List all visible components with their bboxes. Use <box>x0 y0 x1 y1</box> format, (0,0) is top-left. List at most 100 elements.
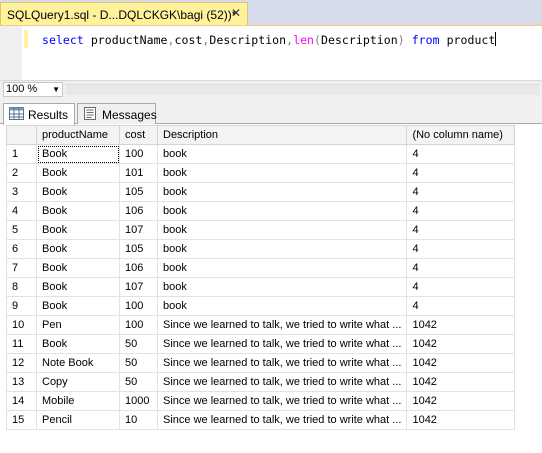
row-number[interactable]: 3 <box>6 182 37 202</box>
table-cell[interactable]: 4 <box>406 182 516 202</box>
table-cell[interactable]: 101 <box>119 163 158 183</box>
close-icon[interactable]: ✕ <box>231 6 241 20</box>
table-cell[interactable]: Pencil <box>36 410 120 430</box>
table-row[interactable]: 5 Book 107 book 4 <box>6 220 516 240</box>
table-row[interactable]: 8 Book 107 book 4 <box>6 277 516 297</box>
table-cell[interactable]: Book <box>36 296 120 316</box>
table-cell[interactable]: 105 <box>119 239 158 259</box>
table-row[interactable]: 11 Book 50 Since we learned to talk, we tri… <box>6 334 516 354</box>
table-cell[interactable]: book <box>156 239 408 259</box>
table-cell[interactable]: 4 <box>406 144 516 164</box>
table-cell[interactable]: 4 <box>406 220 516 240</box>
table-cell[interactable]: Since we learned to talk, we tried to wr… <box>156 315 408 335</box>
table-row[interactable]: 10 Pen 100 Since we learned to talk, we tri… <box>6 315 516 335</box>
table-cell[interactable]: 107 <box>119 277 158 297</box>
table-cell[interactable]: 105 <box>119 182 158 202</box>
table-cell[interactable]: book <box>156 201 408 221</box>
table-cell[interactable]: Book <box>36 182 120 202</box>
table-cell[interactable]: book <box>156 277 408 297</box>
row-number[interactable]: 2 <box>6 163 37 183</box>
tab-messages[interactable]: Messages <box>77 103 157 124</box>
table-cell[interactable]: 1042 <box>406 315 516 335</box>
table-cell[interactable]: 100 <box>119 144 158 164</box>
table-cell[interactable]: Since we learned to talk, we tried to wr… <box>156 391 408 411</box>
table-cell[interactable]: 50 <box>119 372 158 392</box>
table-row[interactable]: 15 Pencil 10 Since we learned to talk, we t… <box>6 410 516 430</box>
table-cell[interactable]: 4 <box>406 201 516 221</box>
table-cell[interactable]: 4 <box>406 296 516 316</box>
table-row[interactable]: 4 Book 106 book 4 <box>6 201 516 221</box>
table-cell[interactable]: Book <box>36 220 120 240</box>
row-number[interactable]: 11 <box>6 334 37 354</box>
chevron-down-icon[interactable]: ▼ <box>52 83 60 96</box>
table-cell[interactable]: 4 <box>406 258 516 278</box>
table-cell[interactable]: 100 <box>119 315 158 335</box>
grid-corner[interactable] <box>6 125 37 145</box>
table-cell[interactable]: book <box>156 163 408 183</box>
row-number[interactable]: 12 <box>6 353 37 373</box>
table-cell[interactable]: 4 <box>406 163 516 183</box>
column-header[interactable]: Description <box>156 125 408 145</box>
row-number[interactable]: 8 <box>6 277 37 297</box>
query-editor[interactable]: select productName,cost,Description,len(… <box>0 25 542 81</box>
table-cell[interactable]: Book <box>36 277 120 297</box>
row-number[interactable]: 5 <box>6 220 37 240</box>
table-cell[interactable]: 106 <box>119 201 158 221</box>
table-cell[interactable]: Note Book <box>36 353 120 373</box>
table-row[interactable]: 1 Book 100 book 4 <box>6 144 516 164</box>
table-cell[interactable]: book <box>156 144 408 164</box>
row-number[interactable]: 4 <box>6 201 37 221</box>
table-cell[interactable]: Book <box>36 334 120 354</box>
table-cell[interactable]: 107 <box>119 220 158 240</box>
table-cell[interactable]: Book <box>36 144 120 164</box>
row-number[interactable]: 9 <box>6 296 37 316</box>
row-number[interactable]: 7 <box>6 258 37 278</box>
table-cell[interactable]: 100 <box>119 296 158 316</box>
table-row[interactable]: 13 Copy 50 Since we learned to talk, we tri… <box>6 372 516 392</box>
row-number[interactable]: 15 <box>6 410 37 430</box>
table-cell[interactable]: Book <box>36 258 120 278</box>
tab-results[interactable]: Results <box>3 103 75 125</box>
row-number[interactable]: 14 <box>6 391 37 411</box>
table-cell[interactable]: 1042 <box>406 353 516 373</box>
table-cell[interactable]: 4 <box>406 277 516 297</box>
table-cell[interactable]: Since we learned to talk, we tried to wr… <box>156 334 408 354</box>
table-row[interactable]: 2 Book 101 book 4 <box>6 163 516 183</box>
results-grid[interactable]: productName cost Description (No column … <box>0 125 542 453</box>
query-text[interactable]: select productName,cost,Description,len(… <box>42 32 497 47</box>
table-cell[interactable]: Since we learned to talk, we tried to wr… <box>156 372 408 392</box>
table-cell[interactable]: 1042 <box>406 410 516 430</box>
table-cell[interactable]: Mobile <box>36 391 120 411</box>
table-cell[interactable]: book <box>156 296 408 316</box>
table-row[interactable]: 6 Book 105 book 4 <box>6 239 516 259</box>
column-header[interactable]: productName <box>36 125 120 145</box>
zoom-dropdown[interactable]: 100 % ▼ <box>3 82 63 97</box>
table-cell[interactable]: Book <box>36 239 120 259</box>
table-cell[interactable]: 106 <box>119 258 158 278</box>
table-cell[interactable]: Book <box>36 163 120 183</box>
table-cell[interactable]: 1000 <box>119 391 158 411</box>
table-row[interactable]: 3 Book 105 book 4 <box>6 182 516 202</box>
table-cell[interactable]: Since we learned to talk, we tried to wr… <box>156 410 408 430</box>
table-cell[interactable]: book <box>156 220 408 240</box>
table-cell[interactable]: 10 <box>119 410 158 430</box>
column-header[interactable]: (No column name) <box>406 125 516 145</box>
horizontal-scrollbar[interactable] <box>66 84 540 95</box>
table-row[interactable]: 14 Mobile 1000 Since we learned to talk, we… <box>6 391 516 411</box>
table-cell[interactable]: Since we learned to talk, we tried to wr… <box>156 353 408 373</box>
table-cell[interactable]: Copy <box>36 372 120 392</box>
table-row[interactable]: 9 Book 100 book 4 <box>6 296 516 316</box>
table-row[interactable]: 7 Book 106 book 4 <box>6 258 516 278</box>
row-number[interactable]: 6 <box>6 239 37 259</box>
row-number[interactable]: 13 <box>6 372 37 392</box>
table-cell[interactable]: book <box>156 258 408 278</box>
table-cell[interactable]: Book <box>36 201 120 221</box>
document-tab[interactable]: SQLQuery1.sql - D...DQLCKGK\bagi (52))* … <box>0 2 248 25</box>
table-cell[interactable]: Pen <box>36 315 120 335</box>
table-cell[interactable]: 50 <box>119 353 158 373</box>
table-cell[interactable]: 50 <box>119 334 158 354</box>
table-cell[interactable]: 1042 <box>406 391 516 411</box>
table-row[interactable]: 12 Note Book 50 Since we learned to talk, w… <box>6 353 516 373</box>
column-header[interactable]: cost <box>119 125 158 145</box>
row-number[interactable]: 1 <box>6 144 37 164</box>
